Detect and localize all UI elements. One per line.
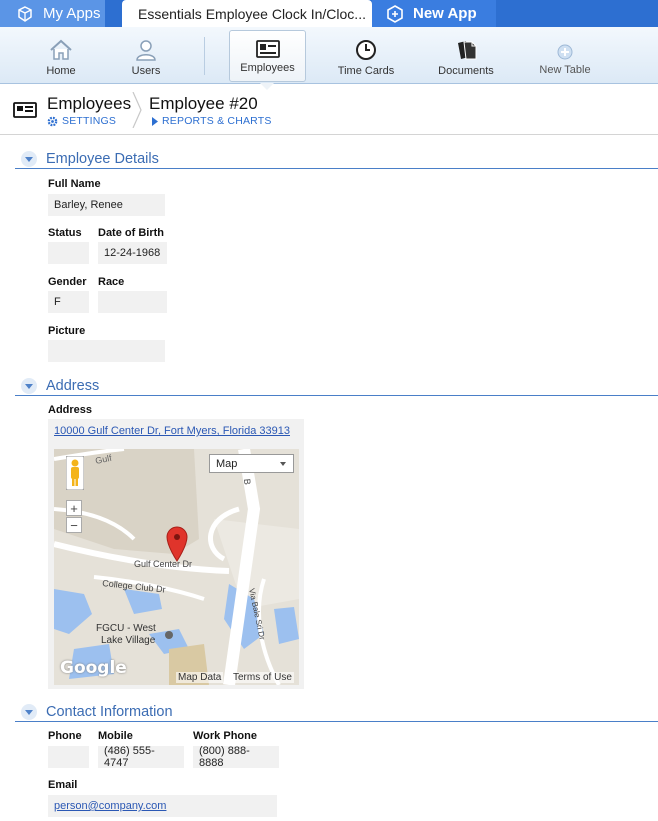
current-app-label: Essentials Employee Clock In/Cloc...: [138, 5, 366, 22]
email-field: person@company.com: [48, 795, 277, 817]
mobile-value: (486) 555-4747: [98, 745, 184, 769]
collapse-icon: [21, 377, 37, 394]
settings-label: SETTINGS: [62, 115, 117, 127]
toolbar-new-table[interactable]: New Table: [533, 27, 597, 84]
map-type-select[interactable]: Map: [209, 454, 294, 473]
contact-information-header[interactable]: Contact Information: [15, 702, 658, 722]
map-place-label: FGCU - West: [96, 623, 156, 634]
full-name-value: Barley, Renee: [48, 194, 165, 216]
picture-label: Picture: [48, 325, 86, 337]
dob-value: 12-24-1968: [98, 242, 167, 264]
status-label: Status: [48, 227, 82, 239]
full-name-label: Full Name: [48, 178, 101, 190]
reports-charts-label: REPORTS & CHARTS: [162, 115, 272, 127]
table-toolbar: Home Users Employees Time Cards Document…: [0, 27, 658, 84]
address-map[interactable]: Gulf Center Dr College Club Dr Via Bale …: [54, 449, 299, 685]
school-icon: [165, 631, 173, 639]
gear-icon: [47, 116, 58, 126]
work-phone-label: Work Phone: [193, 730, 257, 742]
employee-details-title: Employee Details: [46, 150, 159, 167]
users-icon: [136, 40, 156, 61]
my-apps-label: My Apps: [43, 5, 101, 22]
toolbar-home[interactable]: Home: [38, 27, 84, 84]
mobile-label: Mobile: [98, 730, 133, 742]
email-label: Email: [48, 779, 78, 791]
toolbar-users[interactable]: Users: [124, 27, 168, 84]
my-apps-tab[interactable]: My Apps: [0, 0, 105, 27]
map-street-label: B: [242, 478, 252, 485]
map-type-value: Map: [216, 457, 238, 470]
play-arrow-icon: [152, 116, 158, 126]
address-header[interactable]: Address: [15, 376, 658, 396]
toolbar-home-label: Home: [46, 65, 76, 77]
toolbar-documents[interactable]: Documents: [432, 27, 500, 84]
plus-icon: [557, 44, 573, 60]
map-place-label: Lake Village: [101, 635, 156, 646]
clock-icon: [356, 40, 376, 60]
map-canvas: Gulf Center Dr College Club Dr Via Bale …: [54, 449, 299, 685]
breadcrumb-table-title[interactable]: Employees: [47, 94, 131, 114]
toolbar-time-cards[interactable]: Time Cards: [331, 27, 401, 84]
home-icon: [50, 39, 72, 60]
id-card-icon: [255, 40, 280, 58]
toolbar-employees[interactable]: Employees: [229, 30, 306, 82]
toolbar-documents-label: Documents: [438, 65, 494, 77]
map-zoom-in-button[interactable]: +: [66, 500, 82, 516]
google-logo: Google: [60, 658, 127, 678]
settings-link[interactable]: SETTINGS: [47, 115, 116, 127]
map-data-link[interactable]: Map Data: [176, 672, 224, 683]
new-app-label: New App: [413, 5, 477, 22]
status-value: [48, 242, 89, 264]
collapse-icon: [21, 703, 37, 720]
phone-label: Phone: [48, 730, 82, 742]
toolbar-separator: [204, 37, 205, 75]
gender-label: Gender: [48, 276, 87, 288]
employee-details-header[interactable]: Employee Details: [15, 149, 658, 169]
breadcrumb-separator-icon: [132, 92, 142, 128]
reports-charts-link[interactable]: REPORTS & CHARTS: [152, 115, 272, 127]
collapse-icon: [21, 150, 37, 167]
chevron-down-icon: [280, 462, 286, 466]
breadcrumb-record-title: Employee #20: [149, 94, 258, 113]
work-phone-value: (800) 888-8888: [193, 745, 279, 769]
employees-id-card-icon: [13, 102, 37, 118]
map-zoom-out-button[interactable]: −: [66, 517, 82, 533]
toolbar-time-cards-label: Time Cards: [337, 65, 395, 77]
toolbar-employees-label: Employees: [240, 62, 295, 74]
app-tab-bar: My Apps Essentials Employee Clock In/Clo…: [0, 0, 658, 27]
picture-value: [48, 340, 165, 362]
email-link[interactable]: person@company.com: [54, 800, 166, 812]
gender-value: F: [48, 291, 89, 313]
street-view-pegman-icon[interactable]: [66, 456, 84, 490]
race-value: [98, 291, 167, 313]
contact-information-title: Contact Information: [46, 703, 173, 720]
phone-value: [48, 746, 89, 768]
address-link[interactable]: 10000 Gulf Center Dr, Fort Myers, Florid…: [54, 425, 290, 437]
race-label: Race: [98, 276, 125, 288]
map-pin-icon[interactable]: [166, 526, 188, 562]
documents-icon: [458, 41, 477, 60]
new-app-cube-icon: [386, 4, 404, 23]
terms-of-use-link[interactable]: Terms of Use: [231, 672, 294, 683]
cube-icon: [16, 5, 34, 23]
toolbar-new-table-label: New Table: [539, 64, 591, 76]
toolbar-users-label: Users: [131, 65, 161, 77]
new-app-tab[interactable]: New App: [372, 0, 496, 27]
dob-label: Date of Birth: [98, 227, 164, 239]
current-app-tab[interactable]: Essentials Employee Clock In/Cloc...: [122, 0, 372, 27]
address-label: Address: [48, 404, 93, 416]
address-title: Address: [46, 377, 100, 394]
